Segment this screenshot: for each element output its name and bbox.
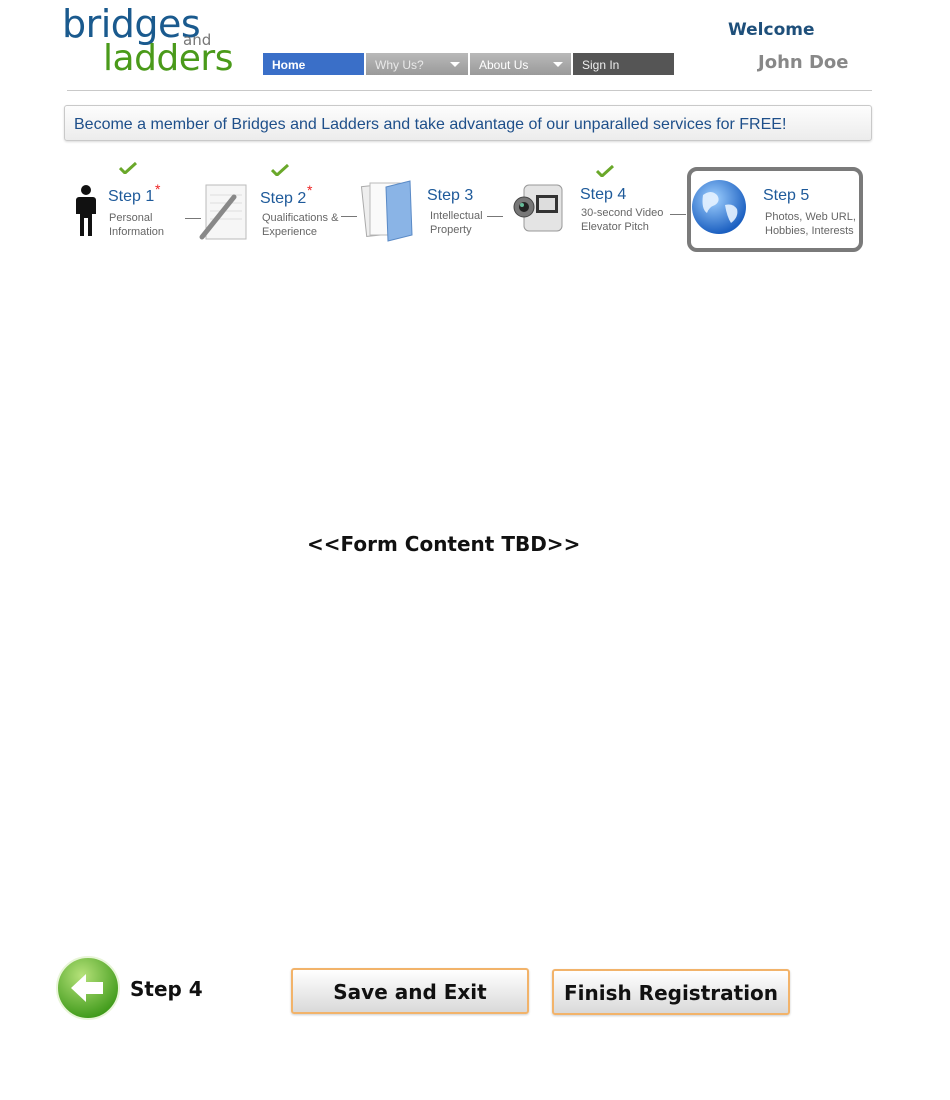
nav-about-us[interactable]: About Us <box>470 53 571 75</box>
step-5-title[interactable]: Step 5 <box>763 187 809 205</box>
check-icon <box>596 165 614 177</box>
nav-about-us-label: About Us <box>479 58 529 72</box>
caret-down-icon <box>450 62 460 67</box>
header-divider <box>67 90 872 91</box>
step-5-desc-line1: Photos, Web URL, <box>765 211 856 223</box>
check-icon <box>119 162 137 174</box>
welcome-label: Welcome <box>728 20 815 40</box>
step-1-title-text: Step 1 <box>108 188 155 205</box>
step-4-title-text: Step 4 <box>580 186 627 203</box>
step-connector <box>670 214 686 215</box>
step-5-title-text: Step 5 <box>763 187 810 204</box>
step-3-title[interactable]: Step 3 <box>427 187 473 205</box>
step-connector <box>341 216 357 217</box>
step-3-desc-line1: Intellectual <box>430 210 483 222</box>
step-1-description: Personal Information <box>109 211 164 239</box>
step-1-title[interactable]: Step 1 <box>108 188 154 206</box>
step-4-desc-line1: 30-second Video <box>581 207 664 219</box>
step-2-desc-line2: Experience <box>262 226 318 238</box>
folder-documents-icon[interactable] <box>356 179 414 243</box>
step-2-description: Qualifications & Experience <box>262 211 338 239</box>
back-arrow-icon[interactable] <box>55 955 121 1021</box>
save-and-exit-button[interactable]: Save and Exit <box>291 968 529 1014</box>
step-3-title-text: Step 3 <box>427 187 474 204</box>
step-2-title[interactable]: Step 2 <box>260 190 306 208</box>
step-2-desc-line1: Qualifications & <box>262 212 339 224</box>
logo-ladders-text: ladders <box>103 38 233 79</box>
step-4-title[interactable]: Step 4 <box>580 186 626 204</box>
nav-why-us[interactable]: Why Us? <box>366 53 468 75</box>
nav-sign-in[interactable]: Sign In <box>573 53 674 75</box>
step-4-desc-line2: Elevator Pitch <box>581 221 649 233</box>
check-icon <box>271 164 289 176</box>
user-name: John Doe <box>758 52 849 73</box>
globe-icon[interactable] <box>691 177 749 237</box>
step-5-desc-line2: Hobbies, Interests <box>765 225 854 237</box>
form-content-placeholder: <<Form Content TBD>> <box>307 532 581 556</box>
step-connector <box>487 216 503 217</box>
membership-banner: Become a member of Bridges and Ladders a… <box>64 105 872 141</box>
required-marker: * <box>155 181 161 197</box>
step-3-desc-line2: Property <box>430 224 472 236</box>
step-1-desc-line2: Information <box>109 226 165 238</box>
nav-home-label: Home <box>272 58 306 72</box>
step-1-desc-line1: Personal <box>109 212 153 224</box>
nav-home[interactable]: Home <box>263 53 364 75</box>
step-3-description: Intellectual Property <box>430 209 483 237</box>
caret-down-icon <box>553 62 563 67</box>
step-4-description: 30-second Video Elevator Pitch <box>581 206 663 234</box>
video-camera-icon[interactable] <box>510 179 566 239</box>
step-2-title-text: Step 2 <box>260 190 307 207</box>
back-step-label[interactable]: Step 4 <box>130 977 203 1001</box>
person-icon[interactable] <box>74 184 98 238</box>
finish-registration-button[interactable]: Finish Registration <box>552 969 790 1015</box>
nav-sign-in-label: Sign In <box>582 58 620 72</box>
nav-why-us-label: Why Us? <box>375 58 424 72</box>
step-5-description: Photos, Web URL, Hobbies, Interests <box>765 210 856 238</box>
notepad-pencil-icon[interactable] <box>198 183 250 241</box>
required-marker: * <box>307 182 313 198</box>
